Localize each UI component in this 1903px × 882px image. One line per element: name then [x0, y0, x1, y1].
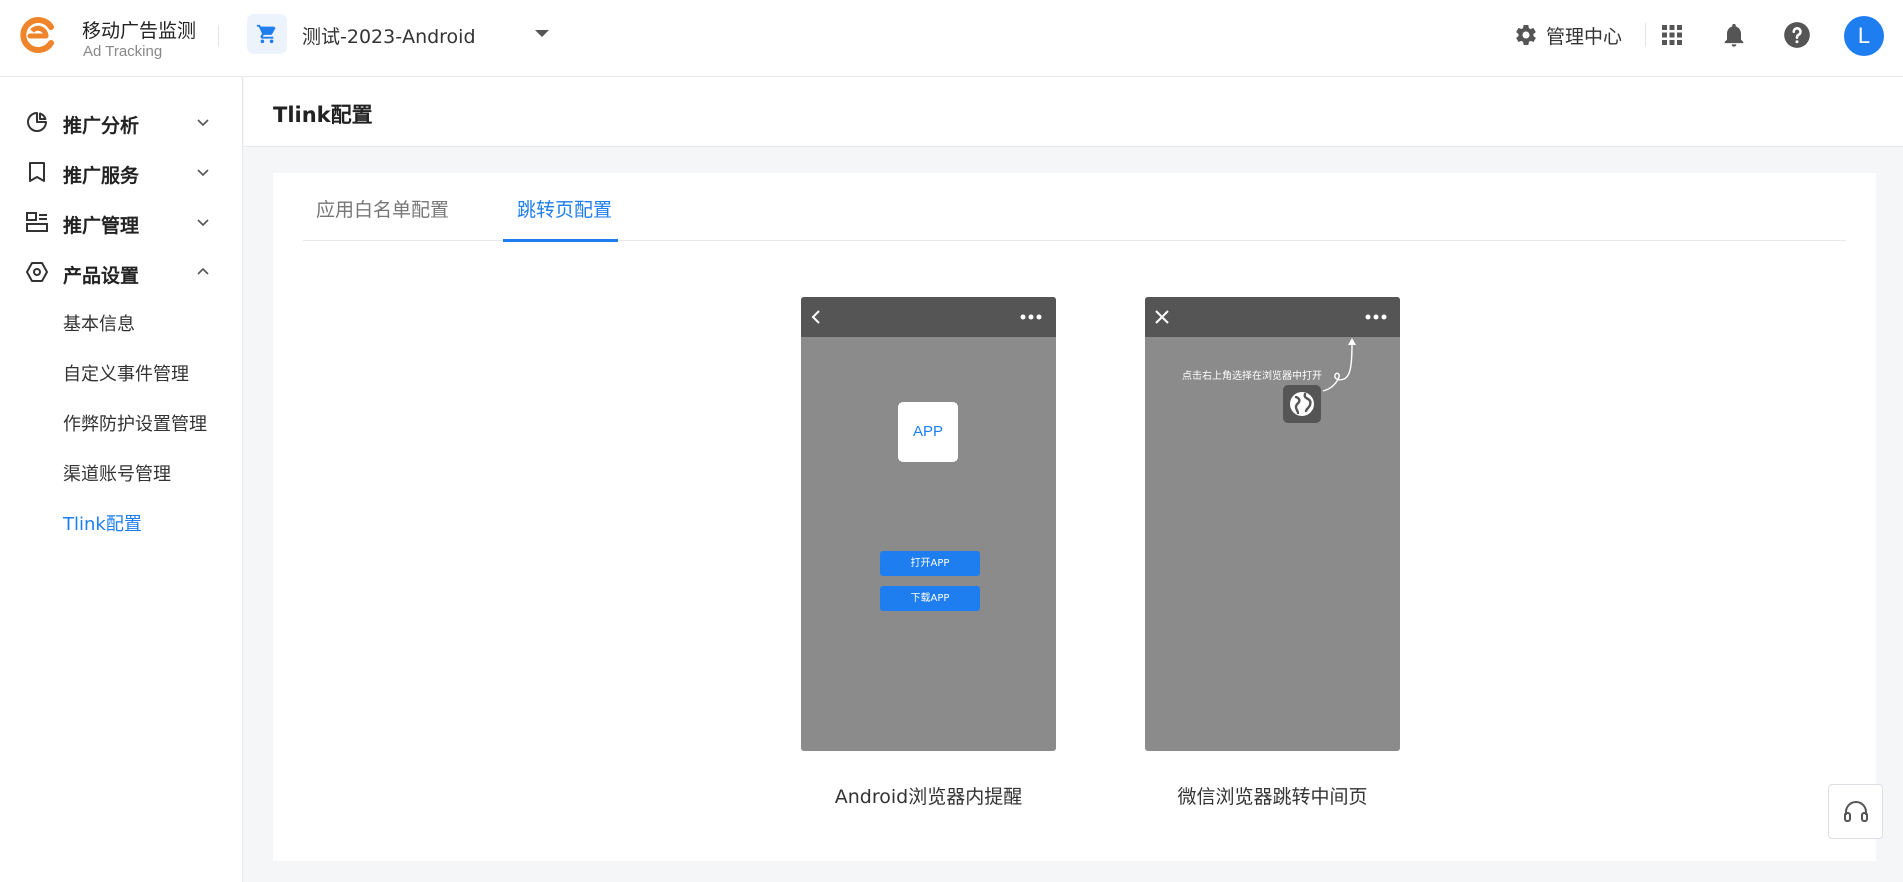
wechat-preview: 点击右上角选择在浏览器中打开: [1145, 297, 1400, 751]
wechat-preview-caption: 微信浏览器跳转中间页: [1177, 786, 1368, 808]
tab-active-indicator: [503, 239, 618, 242]
sidebar-group-label: 产品设置: [63, 265, 140, 287]
tab-jump-page[interactable]: 跳转页配置: [517, 195, 612, 222]
sidebar-item-channel-accounts[interactable]: 渠道账号管理: [63, 460, 171, 486]
sidebar-group-service[interactable]: 推广服务: [0, 149, 243, 195]
download-app-button[interactable]: 下载APP: [880, 586, 980, 611]
headset-icon: [1844, 801, 1868, 822]
phone-top-bar: [801, 297, 1056, 337]
open-app-button[interactable]: 打开APP: [880, 551, 980, 576]
app-selector[interactable]: 测试-2023-Android: [302, 22, 476, 49]
chevron-up-icon: [197, 267, 209, 275]
gear-icon: [1516, 25, 1536, 45]
app-tile: APP: [898, 402, 958, 462]
bell-icon[interactable]: [1720, 21, 1748, 49]
sidebar: 推广分析 推广服务 推广管理 产品设置 基本信息 自定义事件管理 作弊防护设置管…: [0, 77, 243, 882]
chevron-down-icon: [197, 219, 209, 227]
brand-subtitle: Ad Tracking: [83, 43, 163, 60]
open-in-browser-hint: 点击右上角选择在浏览器中打开: [1182, 371, 1322, 382]
android-preview: APP 打开APP 下载APP: [801, 297, 1056, 751]
curved-arrow-icon: [1322, 338, 1356, 392]
phone-top-bar: [1145, 297, 1400, 337]
globe-icon: [1290, 392, 1314, 416]
management-icon: [26, 212, 48, 232]
header-divider: [218, 25, 219, 47]
header-divider: [1645, 23, 1646, 47]
sidebar-group-label: 推广服务: [63, 165, 140, 187]
chevron-down-icon: [197, 119, 209, 127]
sidebar-group-label: 推广分析: [63, 115, 140, 137]
tab-whitelist[interactable]: 应用白名单配置: [316, 195, 449, 222]
android-preview-caption: Android浏览器内提醒: [834, 786, 1023, 808]
close-icon: [1155, 310, 1169, 324]
sidebar-item-tlink[interactable]: Tlink配置: [63, 510, 142, 536]
settings-hex-icon: [26, 262, 48, 282]
app-icon: [247, 14, 287, 54]
sidebar-group-analysis[interactable]: 推广分析: [0, 99, 243, 145]
more-dots-icon: [1365, 314, 1387, 320]
sidebar-group-label: 推广管理: [63, 215, 140, 237]
chevron-down-icon: [197, 169, 209, 177]
page-title: Tlink配置: [273, 103, 373, 127]
brand-name: 移动广告监测: [82, 20, 197, 42]
top-header: 移动广告监测 Ad Tracking 测试-2023-Android 管理中心 …: [0, 0, 1903, 77]
sidebar-group-product-settings[interactable]: 产品设置: [0, 249, 243, 295]
admin-center-link[interactable]: 管理中心: [1514, 20, 1622, 50]
sidebar-item-basic-info[interactable]: 基本信息: [63, 310, 135, 336]
sidebar-item-custom-events[interactable]: 自定义事件管理: [63, 360, 189, 386]
user-avatar[interactable]: L: [1844, 16, 1884, 56]
brand-logo-icon: [20, 17, 54, 53]
page-header: Tlink配置: [244, 77, 1903, 147]
analysis-icon: [27, 112, 47, 132]
help-icon[interactable]: [1783, 21, 1811, 49]
content-card: 应用白名单配置 跳转页配置 APP 打开APP 下载APP Android浏览器…: [273, 173, 1876, 861]
apps-grid-icon[interactable]: [1658, 21, 1686, 49]
back-arrow-icon: [811, 310, 820, 324]
bookmark-icon: [29, 162, 45, 182]
sidebar-item-anti-fraud[interactable]: 作弊防护设置管理: [63, 410, 207, 436]
cart-icon: [256, 24, 276, 44]
browser-globe-badge: [1283, 385, 1321, 423]
admin-center-label: 管理中心: [1546, 25, 1623, 48]
sidebar-group-management[interactable]: 推广管理: [0, 199, 243, 245]
app-dropdown-caret-icon[interactable]: [535, 30, 549, 37]
customer-support-button[interactable]: [1828, 784, 1883, 839]
more-dots-icon: [1020, 314, 1042, 320]
